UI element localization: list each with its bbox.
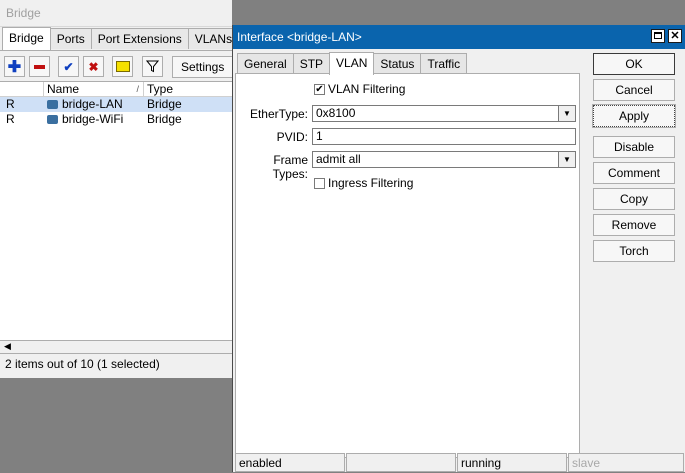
column-flags[interactable] <box>0 82 44 96</box>
row-name: bridge-WiFi <box>47 112 123 127</box>
column-type[interactable]: Type <box>144 82 232 96</box>
copy-button[interactable]: Copy <box>593 188 675 210</box>
tab-bridge[interactable]: Bridge <box>2 27 51 50</box>
bridge-list: Name / Type R bridge-LAN Bridge R bridge… <box>0 81 232 340</box>
ingress-filtering-label: Ingress Filtering <box>328 176 414 190</box>
disable-x-icon[interactable]: ✖ <box>83 56 104 77</box>
remove-icon[interactable] <box>29 56 50 77</box>
row-type: Bridge <box>147 97 182 111</box>
apply-button[interactable]: Apply <box>592 104 676 128</box>
disable-button[interactable]: Disable <box>593 136 675 158</box>
interface-dialog-titlebar[interactable]: Interface <bridge-LAN> ✕ <box>233 25 685 49</box>
close-icon[interactable]: ✕ <box>668 29 682 43</box>
settings-button[interactable]: Settings <box>172 56 234 78</box>
ok-button[interactable]: OK <box>593 53 675 75</box>
status-running: running <box>457 453 567 472</box>
scroll-left-arrow-icon[interactable]: ◀ <box>4 341 11 352</box>
horizontal-scrollbar[interactable]: ◀ <box>0 340 232 353</box>
remove-button[interactable]: Remove <box>593 214 675 236</box>
tab-general[interactable]: General <box>237 53 294 74</box>
bridge-toolbar: ✚ ✔ ✖ Settings <box>0 50 234 81</box>
maximize-icon[interactable] <box>651 29 665 43</box>
enable-check-icon[interactable]: ✔ <box>58 56 79 77</box>
vlan-filtering-checkbox[interactable]: ✔ <box>314 84 325 95</box>
vlan-filtering-label: VLAN Filtering <box>328 82 406 96</box>
column-name-label: Name <box>47 82 80 96</box>
status-slave: slave <box>568 453 684 472</box>
tab-port-extensions[interactable]: Port Extensions <box>90 28 189 49</box>
tab-traffic[interactable]: Traffic <box>420 53 468 74</box>
row-flag: R <box>6 97 15 111</box>
bridge-window: Bridge Bridge Ports Port Extensions VLAN… <box>0 0 263 378</box>
column-name[interactable]: Name / <box>44 82 144 96</box>
row-type: Bridge <box>147 112 182 126</box>
pvid-input[interactable]: 1 <box>312 128 576 145</box>
interface-dialog-title: Interface <bridge-LAN> <box>237 30 362 44</box>
cancel-button[interactable]: Cancel <box>593 79 675 101</box>
bridge-status-text: 2 items out of 10 (1 selected) <box>0 353 232 373</box>
status-empty <box>346 453 456 472</box>
add-icon[interactable]: ✚ <box>4 56 25 77</box>
ethertype-value: 0x8100 <box>316 106 356 120</box>
ingress-filtering-checkbox[interactable] <box>314 178 325 189</box>
tab-vlan[interactable]: VLAN <box>329 52 375 75</box>
dropdown-arrow-icon[interactable]: ▼ <box>558 106 575 121</box>
pvid-value: 1 <box>316 129 323 143</box>
table-row[interactable]: R bridge-LAN Bridge <box>0 97 232 112</box>
sort-indicator-icon: / <box>136 84 139 94</box>
table-row[interactable]: R bridge-WiFi Bridge <box>0 112 232 127</box>
frame-types-select[interactable]: admit all ▼ <box>312 151 576 168</box>
bridge-tabs: Bridge Ports Port Extensions VLANs M <box>2 27 263 50</box>
bridge-icon <box>47 115 58 124</box>
comment-note-icon[interactable] <box>112 56 133 77</box>
bridge-window-title: Bridge <box>6 6 41 20</box>
bridge-window-titlebar: Bridge <box>0 0 232 27</box>
interface-dialog: Interface <bridge-LAN> ✕ General STP VLA… <box>232 25 685 472</box>
bridge-icon <box>47 100 58 109</box>
row-flag: R <box>6 112 15 126</box>
torch-button[interactable]: Torch <box>593 240 675 262</box>
frame-types-value: admit all <box>316 152 361 166</box>
bridge-list-header: Name / Type <box>0 82 232 97</box>
comment-button[interactable]: Comment <box>593 162 675 184</box>
dropdown-arrow-icon[interactable]: ▼ <box>558 152 575 167</box>
ethertype-select[interactable]: 0x8100 ▼ <box>312 105 576 122</box>
frame-types-label: Frame Types: <box>272 153 308 181</box>
tab-status[interactable]: Status <box>373 53 422 74</box>
interface-tabs: General STP VLAN Status Traffic <box>237 52 468 75</box>
tab-ports[interactable]: Ports <box>49 28 92 49</box>
pvid-label: PVID: <box>276 130 308 144</box>
tab-stp[interactable]: STP <box>292 53 331 74</box>
status-enabled: enabled <box>235 453 345 472</box>
row-name: bridge-LAN <box>47 97 123 112</box>
vlan-settings-panel: ✔ VLAN Filtering EtherType: 0x8100 ▼ PVI… <box>235 73 580 458</box>
ethertype-label: EtherType: <box>249 107 308 121</box>
filter-icon[interactable] <box>142 56 163 77</box>
